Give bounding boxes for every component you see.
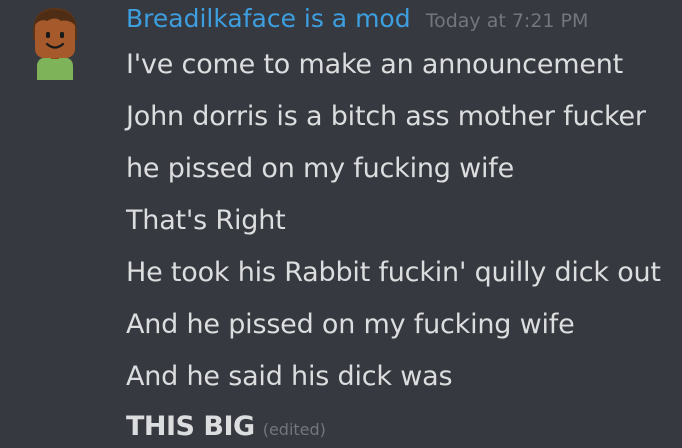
author-username[interactable]: Breadilkaface is a mod [126, 4, 411, 33]
user-avatar[interactable] [25, 4, 85, 80]
roblox-character-avatar-icon [33, 8, 77, 80]
message-line: He took his Rabbit fuckin' quilly dick o… [126, 257, 661, 288]
message-header: Breadilkaface is a mod Today at 7:21 PM [126, 4, 588, 40]
message-line: That's Right [126, 205, 286, 236]
message-timestamp: Today at 7:21 PM [425, 10, 589, 32]
chat-message: Breadilkaface is a mod Today at 7:21 PM … [0, 0, 682, 448]
message-line: And he said his dick was [126, 361, 453, 392]
message-line-bold: THIS BIG (edited) [126, 411, 326, 442]
message-line: And he pissed on my fucking wife [126, 309, 575, 340]
bold-text: THIS BIG [126, 411, 255, 442]
message-line: he pissed on my fucking wife [126, 153, 515, 184]
message-line: I've come to make an announcement [126, 49, 624, 80]
edited-label: (edited) [262, 420, 326, 439]
message-line: John dorris is a bitch ass mother fucker [126, 101, 646, 132]
